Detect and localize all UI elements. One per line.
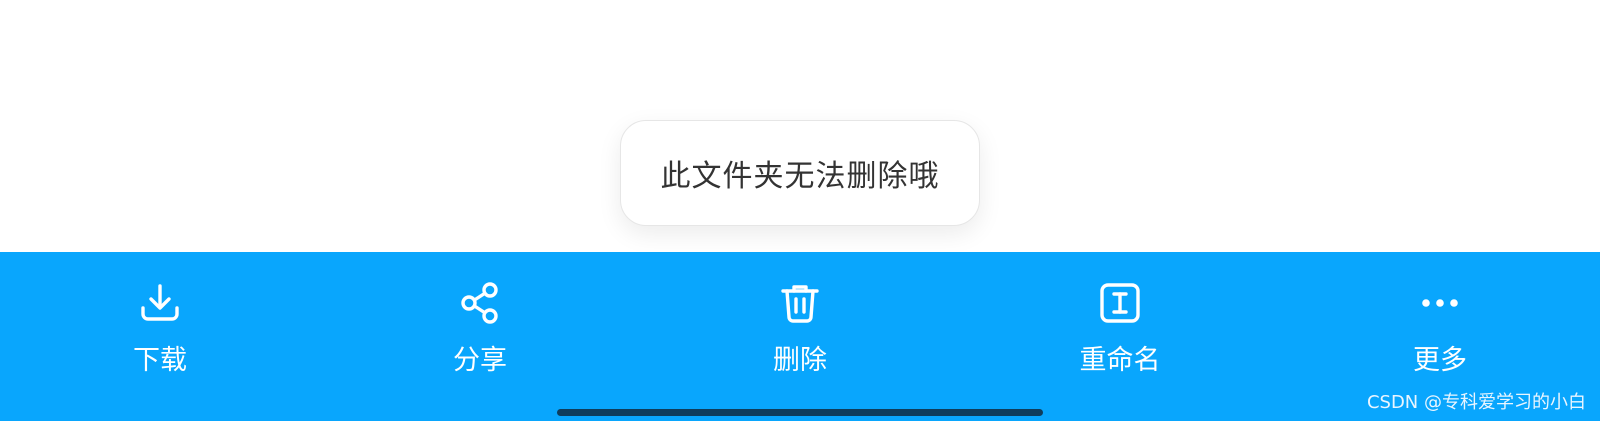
more-label: 更多 (1413, 345, 1467, 376)
screen: 此文件夹无法删除哦 下载 分享 删除 重命名 更多 CSDN @专科爱学习的小白 (0, 0, 1600, 421)
share-icon (457, 280, 503, 326)
bottom-toolbar: 下载 分享 删除 重命名 更多 (0, 252, 1600, 421)
more-icon (1417, 280, 1463, 326)
share-button[interactable]: 分享 (400, 252, 560, 382)
delete-label: 删除 (773, 345, 827, 376)
trash-icon (777, 280, 823, 326)
rename-button[interactable]: 重命名 (1040, 252, 1200, 382)
share-label: 分享 (453, 345, 507, 376)
rename-icon (1097, 280, 1143, 326)
download-label: 下载 (133, 345, 187, 376)
toast-message: 此文件夹无法删除哦 (660, 159, 940, 194)
more-button[interactable]: 更多 (1360, 252, 1520, 382)
home-indicator[interactable] (557, 409, 1043, 416)
watermark: CSDN @专科爱学习的小白 (1366, 392, 1586, 413)
download-icon (137, 280, 183, 326)
rename-label: 重命名 (1079, 345, 1161, 376)
download-button[interactable]: 下载 (80, 252, 240, 382)
delete-button[interactable]: 删除 (720, 252, 880, 382)
toast-notification: 此文件夹无法删除哦 (620, 120, 980, 226)
